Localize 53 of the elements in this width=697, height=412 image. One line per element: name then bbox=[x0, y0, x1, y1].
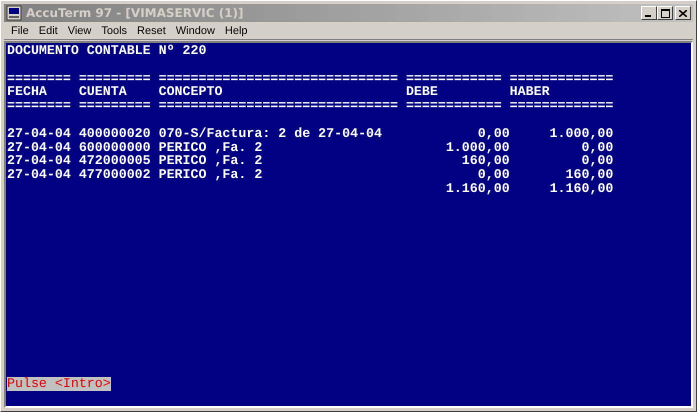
menu-item[interactable]: Help bbox=[220, 25, 253, 37]
table-cell: 477000002 bbox=[78, 167, 151, 182]
table-cell: 1.000,00 bbox=[446, 140, 510, 154]
rule-text: ============ bbox=[406, 70, 502, 86]
table-cell: 0,00 bbox=[478, 126, 510, 141]
table-cell: 0,00 bbox=[581, 140, 614, 154]
table-cell: 27-04-04 bbox=[7, 140, 71, 155]
menu-item[interactable]: Tools bbox=[96, 25, 132, 37]
table-cell: 160,00 bbox=[462, 154, 510, 168]
rule-text: ========= bbox=[78, 98, 151, 114]
menu-item[interactable]: Edit bbox=[34, 25, 63, 37]
column-header: DEBE bbox=[406, 84, 438, 100]
menu-item[interactable]: View bbox=[62, 25, 96, 37]
table-cell: 600000000 bbox=[78, 140, 151, 155]
prompt-text: Pulse <Intro> bbox=[7, 377, 111, 392]
rule-text: ======== bbox=[7, 70, 71, 86]
terminal-icon bbox=[6, 5, 22, 21]
table-cell: PERICO ,Fa. 2 bbox=[158, 153, 262, 168]
maximize-button[interactable] bbox=[657, 6, 673, 20]
menu-item[interactable]: Reset bbox=[132, 25, 171, 37]
table-cell: PERICO ,Fa. 2 bbox=[158, 140, 262, 155]
total-value: 1.160,00 bbox=[550, 182, 614, 196]
rule-text: ============ bbox=[406, 98, 502, 114]
column-header: CONCEPTO bbox=[158, 84, 222, 100]
window-title: AccuTerm 97 - [VIMASERVIC (1)] bbox=[26, 6, 245, 20]
rule-text: ============================== bbox=[158, 70, 398, 86]
maximize-icon bbox=[660, 8, 670, 18]
close-icon bbox=[679, 10, 687, 16]
table-cell: 27-04-04 bbox=[7, 126, 71, 141]
rule-text: ============================== bbox=[158, 98, 398, 114]
table-cell: PERICO ,Fa. 2 bbox=[158, 167, 262, 182]
rule-text: ========= bbox=[78, 70, 151, 86]
table-cell: 0,00 bbox=[581, 154, 614, 168]
minimize-button[interactable] bbox=[641, 6, 657, 20]
close-button[interactable] bbox=[675, 6, 691, 20]
table-cell: 1.000,00 bbox=[550, 126, 614, 141]
table-cell: 0,00 bbox=[478, 168, 510, 182]
column-header: FECHA bbox=[7, 84, 47, 100]
rule-text: ======== bbox=[7, 98, 71, 114]
document-title: DOCUMENTO CONTABLE Nº 220 bbox=[7, 44, 206, 58]
menu-item[interactable]: File bbox=[6, 25, 34, 37]
menu-item[interactable]: Window bbox=[170, 25, 220, 37]
table-cell: 160,00 bbox=[566, 168, 614, 182]
table-cell: 27-04-04 bbox=[7, 167, 71, 182]
table-cell: 472000005 bbox=[78, 153, 151, 168]
table-cell: 27-04-04 bbox=[7, 153, 71, 168]
column-header: HABER bbox=[510, 84, 550, 100]
table-cell: 400000020 bbox=[78, 126, 151, 141]
rule-text: ============= bbox=[510, 70, 614, 86]
column-header: CUENTA bbox=[78, 84, 127, 100]
total-value: 1.160,00 bbox=[446, 182, 510, 196]
table-cell: 070-S/Factura: 2 de 27-04-04 bbox=[158, 126, 382, 141]
rule-text: ============= bbox=[510, 98, 614, 114]
